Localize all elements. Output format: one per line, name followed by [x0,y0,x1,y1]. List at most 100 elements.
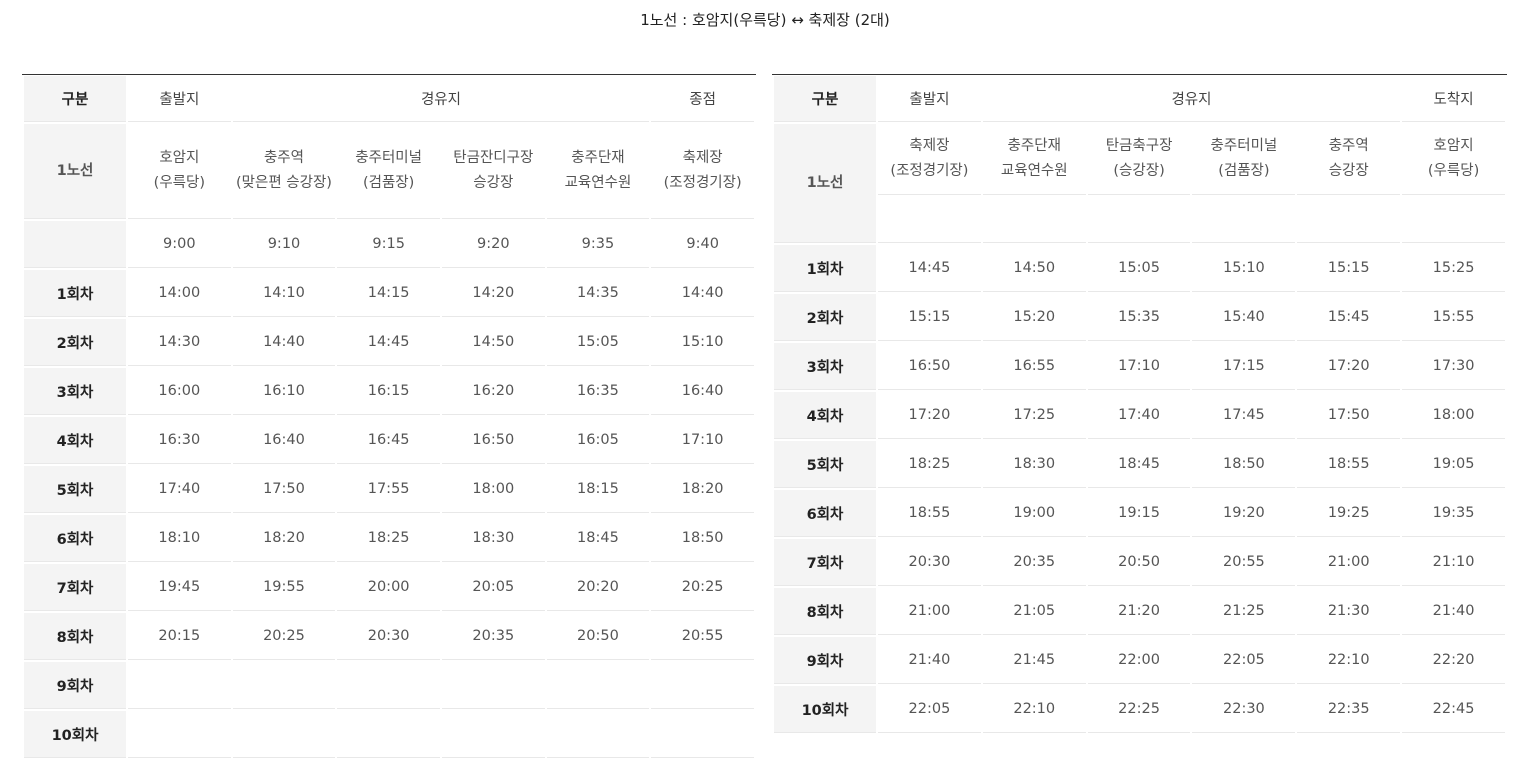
blank-cell [982,197,1086,243]
blank-cell [1192,197,1296,243]
time-cell: 15:15 [878,294,981,341]
time-cell [651,662,754,709]
time-cell: 21:30 [1297,588,1401,635]
trip-label: 9회차 [24,662,126,709]
time-cell: 16:20 [441,368,545,415]
time-cell: 18:30 [982,441,1086,488]
time-cell: 22:25 [1087,686,1191,733]
time-cell: 9:20 [441,221,545,268]
trip-label: 2회차 [24,319,126,366]
trip-label: 4회차 [24,417,126,464]
time-cell: 22:20 [1402,637,1505,684]
time-cell: 19:45 [128,564,231,611]
table-row: 2회차 15:15 15:20 15:35 15:40 15:45 15:55 [774,294,1505,341]
time-cell [441,711,545,758]
time-cell: 20:50 [1087,539,1191,586]
stop-name: 충주단재 교육연수원 [982,124,1086,195]
time-cell: 18:00 [441,466,545,513]
time-cell: 17:10 [1087,343,1191,390]
time-cell: 16:05 [546,417,650,464]
blank-cell [878,197,981,243]
header-category: 구분 [774,76,876,122]
trip-label: 3회차 [774,343,876,390]
time-cell: 14:00 [128,270,231,317]
outbound-timetable: 구분 출발지 경유지 종점 1노선 호암지 (우륵당) 충주역 (맞은편 승강장)… [22,74,756,760]
time-cell: 16:15 [337,368,440,415]
stop-name: 축제장 (조정경기장) [878,124,981,195]
time-cell: 9:35 [546,221,650,268]
trip-label: 4회차 [774,392,876,439]
time-cell: 16:45 [337,417,440,464]
time-cell: 16:50 [441,417,545,464]
time-cell: 18:50 [651,515,754,562]
table-row: 10회차 22:05 22:10 22:25 22:30 22:35 22:45 [774,686,1505,733]
time-cell: 14:20 [441,270,545,317]
time-cell: 20:15 [128,613,231,660]
time-cell: 17:25 [982,392,1086,439]
time-cell [441,662,545,709]
time-cell: 15:45 [1297,294,1401,341]
time-cell: 21:00 [1297,539,1401,586]
time-cell: 16:00 [128,368,231,415]
time-cell: 19:35 [1402,490,1505,537]
time-cell: 16:40 [232,417,336,464]
time-cell: 15:10 [1192,245,1296,292]
time-cell [546,662,650,709]
time-cell [337,711,440,758]
return-table: 구분 출발지 경유지 도착지 1노선 축제장 (조정경기장) 충주단재 교육연수원… [772,74,1507,735]
time-cell: 20:25 [651,564,754,611]
time-cell: 18:45 [546,515,650,562]
time-cell: 20:50 [546,613,650,660]
stop-name: 탄금잔디구장 승강장 [441,124,545,219]
time-cell: 14:50 [982,245,1086,292]
time-cell [128,662,231,709]
time-cell: 18:55 [1297,441,1401,488]
route-label: 1노선 [24,124,126,219]
table-row: 9회차 [24,662,754,709]
table-row: 8회차 20:15 20:25 20:30 20:35 20:50 20:55 [24,613,754,660]
time-cell: 14:40 [651,270,754,317]
time-cell: 17:20 [1297,343,1401,390]
time-cell: 20:25 [232,613,336,660]
time-cell: 18:25 [337,515,440,562]
page-title: 1노선 : 호암지(우륵당) ↔ 축제장 (2대) [640,11,890,29]
trip-label: 3회차 [24,368,126,415]
time-cell [651,711,754,758]
time-cell: 20:35 [441,613,545,660]
time-cell: 17:30 [1402,343,1505,390]
stop-name: 호암지 (우륵당) [128,124,231,219]
trip-label: 5회차 [774,441,876,488]
time-cell: 20:55 [1192,539,1296,586]
time-cell: 16:50 [878,343,981,390]
time-cell: 18:45 [1087,441,1191,488]
time-cell: 16:55 [982,343,1086,390]
time-cell: 16:30 [128,417,231,464]
table-row: 5회차 18:25 18:30 18:45 18:50 18:55 19:05 [774,441,1505,488]
time-cell: 20:30 [878,539,981,586]
time-cell: 17:40 [1087,392,1191,439]
trip-label: 8회차 [24,613,126,660]
trip-label: 8회차 [774,588,876,635]
trip-label: 7회차 [24,564,126,611]
time-cell: 21:40 [878,637,981,684]
stops-row: 1노선 축제장 (조정경기장) 충주단재 교육연수원 탄금축구장 (승강장) 충주터미… [774,124,1505,243]
stop-name: 탄금축구장 (승강장) [1087,124,1191,195]
stop-name: 충주역 (맞은편 승강장) [232,124,336,219]
time-cell: 21:25 [1192,588,1296,635]
time-cell: 21:40 [1402,588,1505,635]
blank-cell [1402,197,1505,243]
time-cell: 20:55 [651,613,754,660]
time-cell: 14:40 [232,319,336,366]
stops-row: 1노선 호암지 (우륵당) 충주역 (맞은편 승강장) 충주터미널 (검품장) 탄금잔… [24,124,754,219]
table-row: 1회차 14:00 14:10 14:15 14:20 14:35 14:40 [24,270,754,317]
time-cell: 15:05 [1087,245,1191,292]
stop-name: 호암지 (우륵당) [1402,124,1505,195]
trip-label: 6회차 [24,515,126,562]
time-cell: 19:25 [1297,490,1401,537]
time-cell: 14:30 [128,319,231,366]
table-row: 3회차 16:00 16:10 16:15 16:20 16:35 16:40 [24,368,754,415]
header-row: 구분 출발지 경유지 종점 [24,76,754,122]
table-row: 7회차 19:45 19:55 20:00 20:05 20:20 20:25 [24,564,754,611]
time-cell: 17:20 [878,392,981,439]
time-cell: 17:45 [1192,392,1296,439]
